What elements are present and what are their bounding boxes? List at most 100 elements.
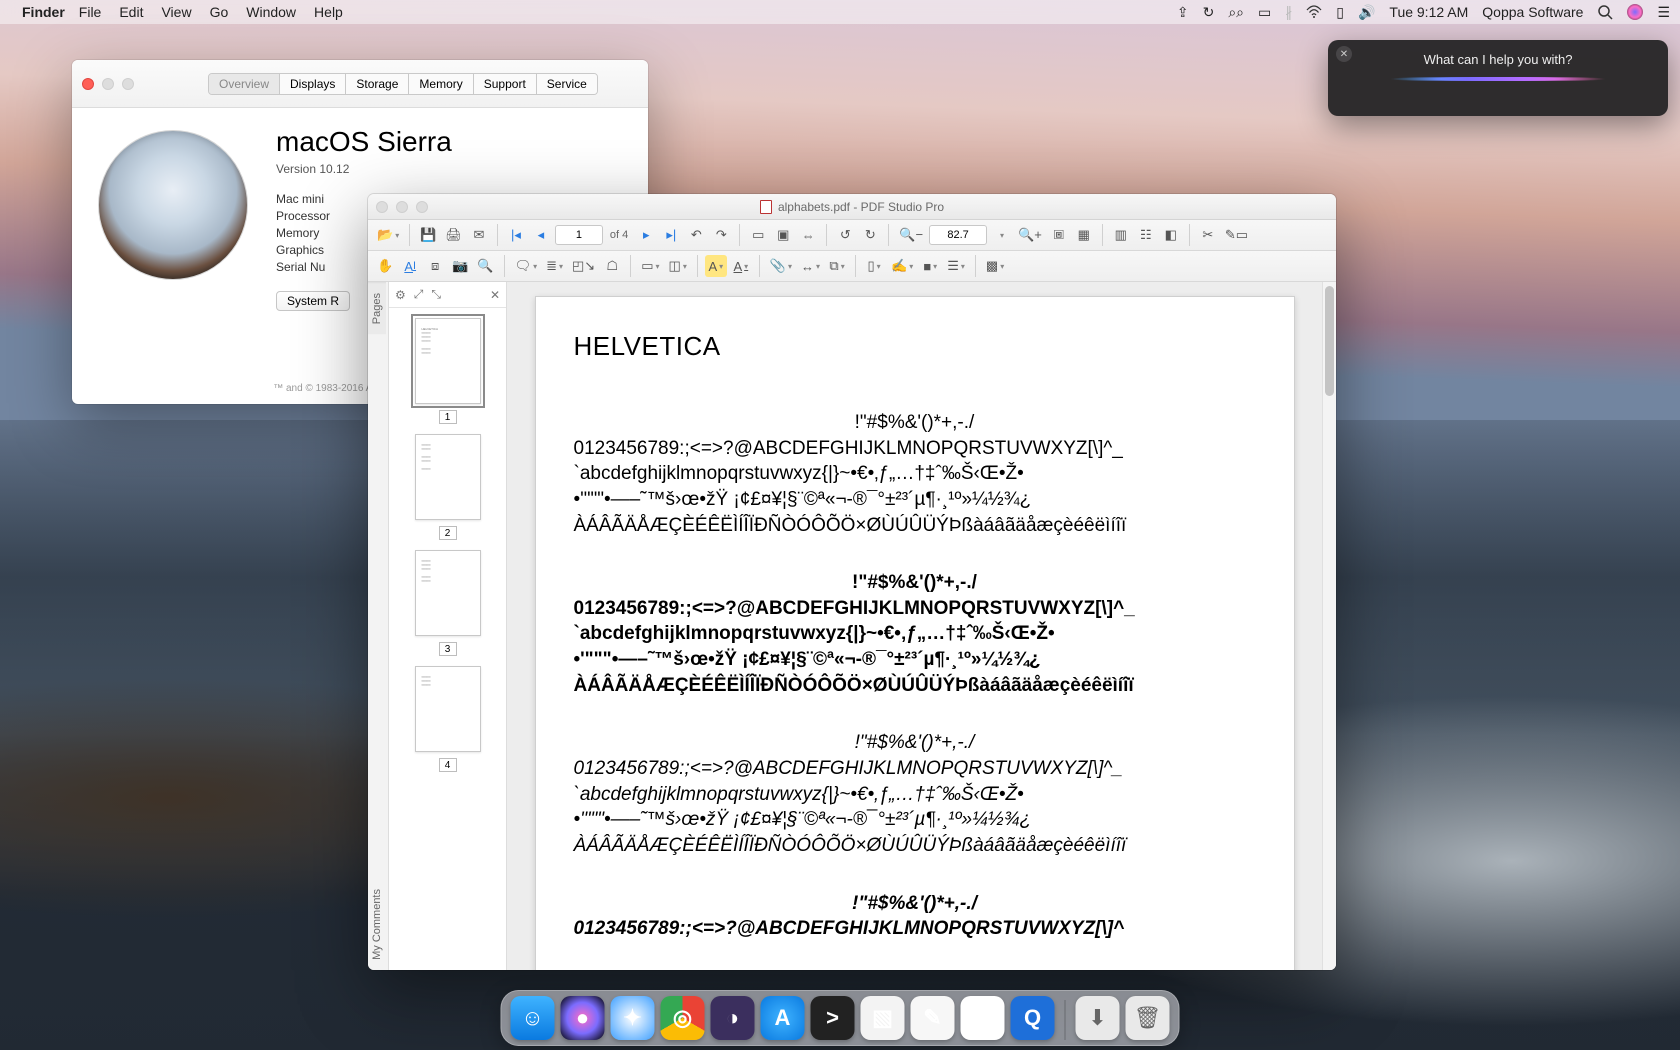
pan-zoom-button[interactable]: ▦	[1073, 224, 1095, 246]
thumbnail-page-1[interactable]: HELVETICA━━━━━━━━━━━━━━━━━━━━━━━━━ 1	[415, 318, 481, 424]
find-tool[interactable]: 🔍	[474, 255, 496, 277]
about-titlebar[interactable]: Overview Displays Storage Memory Support…	[72, 60, 648, 108]
email-button[interactable]: ✉	[468, 224, 490, 246]
fit-width-button[interactable]: ⇔	[797, 224, 819, 246]
measure-tool[interactable]: ↔	[798, 255, 823, 277]
sticky-note-tool[interactable]: 🗨	[512, 255, 541, 277]
area-tool[interactable]: ◫	[666, 255, 690, 277]
thumb-expand-icon[interactable]: ⤢	[414, 287, 424, 302]
dock-terminal[interactable]: >	[811, 996, 855, 1040]
thumb-options-icon[interactable]: ⚙	[395, 288, 406, 302]
link-tool[interactable]: ⧉	[826, 255, 848, 277]
zoom-in-button[interactable]: 🔍+	[1015, 224, 1045, 246]
vertical-scrollbar[interactable]	[1322, 282, 1336, 970]
edit-content-button[interactable]: ✎▭	[1222, 224, 1251, 246]
dock-trash[interactable]: 🗑	[1126, 996, 1170, 1040]
sidebyside-button[interactable]: ▥	[1110, 224, 1132, 246]
open-button[interactable]: 📂	[374, 224, 402, 246]
side-tab-comments[interactable]: My Comments	[368, 879, 386, 970]
siri-close-icon[interactable]: ✕	[1336, 46, 1352, 62]
print-button[interactable]: 🖨	[442, 224, 465, 246]
tab-displays[interactable]: Displays	[280, 74, 346, 94]
siri-menubar-icon[interactable]	[1627, 4, 1643, 20]
dock-preview[interactable]: ▧	[861, 996, 905, 1040]
camera-tool[interactable]: 📷	[449, 255, 471, 277]
thumb-collapse-icon[interactable]: ⤡	[431, 287, 441, 302]
document-scroll[interactable]: HELVETICA !"#$%&'()*+,-./ 0123456789:;<=…	[507, 282, 1322, 970]
dock-qoppa[interactable]: Q	[1011, 996, 1055, 1040]
loupe-button[interactable]: 🞖	[1048, 224, 1070, 246]
text-annot-tool[interactable]: ≣	[543, 255, 566, 277]
fit-page-button[interactable]: ▣	[772, 224, 794, 246]
tab-overview[interactable]: Overview	[209, 74, 280, 94]
callout-tool[interactable]: ◰↘	[569, 255, 598, 277]
menubar-right-app[interactable]: Qoppa Software	[1482, 4, 1583, 20]
first-page-button[interactable]: |◂	[505, 224, 527, 246]
highlight-tool[interactable]: A	[705, 255, 727, 277]
sign-tool[interactable]: ✍	[888, 255, 916, 277]
menubar-app-name[interactable]: Finder	[22, 4, 65, 20]
attach-tool[interactable]: 📎	[767, 255, 795, 277]
menubar-clock[interactable]: Tue 9:12 AM	[1389, 4, 1468, 20]
dock-pdf[interactable]: PDF	[961, 996, 1005, 1040]
menu-file[interactable]: File	[79, 4, 102, 20]
menu-edit[interactable]: Edit	[119, 4, 143, 20]
dock-eclipse[interactable]: ◑	[711, 996, 755, 1040]
thumbnails-list[interactable]: HELVETICA━━━━━━━━━━━━━━━━━━━━━━━━━ 1 ━━━…	[389, 308, 506, 970]
menu-help[interactable]: Help	[314, 4, 343, 20]
airplay-icon[interactable]: ▭	[1258, 4, 1271, 21]
invert-button[interactable]: ◧	[1160, 224, 1182, 246]
timemachine-icon[interactable]: ↻	[1203, 4, 1215, 21]
snapshot-tool[interactable]: ⧈	[424, 255, 446, 277]
wifi-icon[interactable]	[1306, 4, 1322, 20]
dock-siri[interactable]: ●	[561, 996, 605, 1040]
pdf-titlebar[interactable]: alphabets.pdf - PDF Studio Pro	[368, 194, 1336, 220]
prev-page-button[interactable]: ◂	[530, 224, 552, 246]
dock-chrome[interactable]: ◎	[661, 996, 705, 1040]
compare-button[interactable]: ☷	[1135, 224, 1157, 246]
menu-go[interactable]: Go	[210, 4, 229, 20]
tab-service[interactable]: Service	[537, 74, 597, 94]
zoom-button[interactable]	[416, 201, 428, 213]
optimize-tool[interactable]: ☰	[944, 255, 968, 277]
dock-safari[interactable]: ✦	[611, 996, 655, 1040]
thumbnail-page-3[interactable]: ━━━━━━━━━━━━━━━━━━━━━━━━━ 3	[415, 550, 481, 656]
dropbox-icon[interactable]: ⇪	[1177, 4, 1189, 21]
thumb-close-icon[interactable]: ✕	[490, 288, 500, 302]
form-field-tool[interactable]: ▯	[863, 255, 885, 277]
zoom-field[interactable]: 82.7	[929, 225, 987, 245]
zoom-button[interactable]	[122, 78, 134, 90]
last-page-button[interactable]: ▸|	[660, 224, 682, 246]
text-select-tool[interactable]: AI	[399, 255, 421, 277]
hand-tool[interactable]: ✋	[374, 255, 396, 277]
zoom-dropdown[interactable]	[990, 224, 1012, 246]
thumbnail-page-4[interactable]: ━━━━━━━━━━━━━━━ 4	[415, 666, 481, 772]
bluetooth-icon[interactable]: ∦	[1285, 4, 1292, 21]
notification-center-icon[interactable]: ☰	[1657, 4, 1670, 21]
next-view-button[interactable]: ↷	[710, 224, 732, 246]
save-button[interactable]: 💾	[417, 224, 439, 246]
dock-finder[interactable]: ☺	[511, 996, 555, 1040]
dock-textedit[interactable]: ✎	[911, 996, 955, 1040]
scrollbar-thumb[interactable]	[1325, 286, 1334, 396]
dock-appstore[interactable]: A	[761, 996, 805, 1040]
underline-tool[interactable]: A	[730, 255, 752, 277]
menu-view[interactable]: View	[161, 4, 191, 20]
side-tab-pages[interactable]: Pages	[368, 282, 386, 334]
minimize-button[interactable]	[102, 78, 114, 90]
zoom-out-button[interactable]: 🔍−	[896, 224, 926, 246]
next-page-button[interactable]: ▸	[635, 224, 657, 246]
rotate-cw-button[interactable]: ↻	[859, 224, 881, 246]
redact-tool[interactable]: ■	[919, 255, 941, 277]
crop-button[interactable]: ✂	[1197, 224, 1219, 246]
thumbnail-page-2[interactable]: ━━━━━━━━━━━━━━━━━━━━━━━━━ 2	[415, 434, 481, 540]
menu-window[interactable]: Window	[246, 4, 296, 20]
rectangle-tool[interactable]: ▭	[638, 255, 662, 277]
tab-storage[interactable]: Storage	[346, 74, 409, 94]
tab-support[interactable]: Support	[474, 74, 537, 94]
prev-view-button[interactable]: ↶	[685, 224, 707, 246]
page-number-field[interactable]: 1	[555, 225, 603, 245]
close-button[interactable]	[376, 201, 388, 213]
system-report-button[interactable]: System R	[276, 291, 350, 311]
tab-memory[interactable]: Memory	[409, 74, 473, 94]
